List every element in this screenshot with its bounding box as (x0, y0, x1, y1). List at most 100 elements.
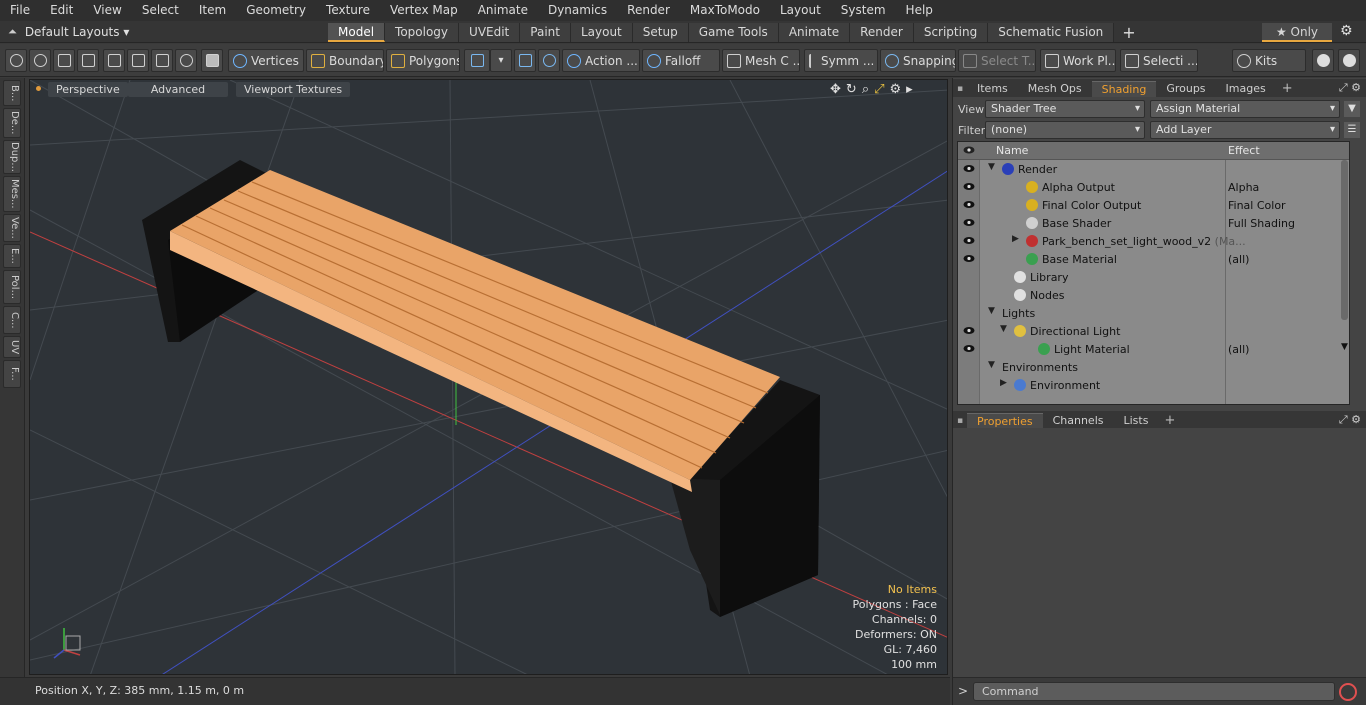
tree-item-effect[interactable]: (all) (1228, 253, 1249, 266)
menu-animate[interactable]: Animate (468, 0, 538, 21)
shader-tree-row[interactable]: Base Material(all)▼ (958, 250, 1349, 268)
bench-model[interactable] (142, 160, 820, 617)
viewport-expand-icon[interactable]: ▸ (906, 82, 913, 97)
menu-texture[interactable]: Texture (316, 0, 380, 21)
add-tab-icon[interactable]: + (1276, 81, 1299, 97)
props-tab-lists[interactable]: Lists (1114, 413, 1159, 429)
expanded-twisty-icon[interactable]: ▼ (1000, 324, 1007, 334)
shader-tree-row[interactable]: ▼ Render (958, 160, 1349, 178)
left-tab-4[interactable]: Ve... (3, 214, 21, 242)
record-macro-icon[interactable] (1339, 683, 1357, 701)
left-tab-1[interactable]: De... (3, 108, 21, 138)
props-expand-gear-icon[interactable]: ⤢ ⚙ (1339, 413, 1361, 427)
menu-geometry[interactable]: Geometry (236, 0, 316, 21)
tab-shading[interactable]: Shading (1091, 81, 1157, 97)
menu-maxtomodo[interactable]: MaxToModo (680, 0, 770, 21)
shader-tree-row[interactable]: Final Color OutputFinal Color▼ (958, 196, 1349, 214)
filter-dropdown[interactable]: (none) (985, 121, 1145, 139)
align-tool[interactable] (103, 49, 125, 72)
move-view-icon[interactable]: ✥ (830, 82, 841, 97)
assign-material-dropdown[interactable]: Assign Material (1150, 100, 1340, 118)
tab-images[interactable]: Images (1216, 81, 1276, 97)
vertices-button[interactable]: Vertices (228, 49, 304, 72)
3d-viewport[interactable]: Perspective Advanced Viewport Textures ✥… (29, 79, 948, 675)
shader-tree-row[interactable]: Alpha OutputAlpha▼ (958, 178, 1349, 196)
layout-tab-paint[interactable]: Paint (520, 23, 571, 42)
list-options-icon[interactable]: ☰ (1344, 122, 1360, 138)
layout-tab-layout[interactable]: Layout (570, 23, 633, 42)
only-toggle[interactable]: ★ Only (1262, 23, 1332, 42)
props-tab-channels[interactable]: Channels (1043, 413, 1114, 429)
left-tab-2[interactable]: Dup... (3, 140, 21, 174)
menu-view[interactable]: View (83, 0, 131, 21)
shader-tree-row[interactable]: ▼ Directional Light (958, 322, 1349, 340)
shader-tree-row[interactable]: ▶Park_bench_set_light_wood_v2 (Ma...▼ (958, 232, 1349, 250)
unity-button[interactable] (1312, 49, 1334, 72)
center-tool[interactable] (127, 49, 149, 72)
expanded-twisty-icon[interactable]: ▼ (988, 360, 995, 370)
mesh-constraint-button[interactable]: Mesh C ... (722, 49, 800, 72)
collapsed-twisty-icon[interactable]: ▶ (1000, 378, 1007, 388)
shader-tree-row[interactable]: ▶ Environment (958, 376, 1349, 394)
falloff-button[interactable]: Falloff (642, 49, 720, 72)
soccer-tool[interactable] (538, 49, 560, 72)
layout-tab-animate[interactable]: Animate (778, 23, 851, 42)
left-tab-0[interactable]: B... (3, 80, 21, 106)
menu-vertex-map[interactable]: Vertex Map (380, 0, 468, 21)
menu-help[interactable]: Help (896, 0, 943, 21)
visibility-eye-icon[interactable] (963, 326, 975, 335)
layout-selector[interactable]: Default Layouts ▾ (25, 25, 130, 39)
shader-tree-row[interactable]: Base ShaderFull Shading▼ (958, 214, 1349, 232)
visibility-eye-icon[interactable] (963, 182, 975, 191)
name-column-header[interactable]: Name (996, 144, 1028, 157)
boundary-button[interactable]: Boundary (306, 49, 384, 72)
brush-tool[interactable] (77, 49, 99, 72)
props-tab-properties[interactable]: Properties (967, 413, 1043, 429)
rotate-view-icon[interactable]: ↻ (846, 82, 857, 97)
menu-item[interactable]: Item (189, 0, 236, 21)
layout-tab-topology[interactable]: Topology (385, 23, 460, 42)
add-layer-dropdown[interactable]: Add Layer (1150, 121, 1340, 139)
left-tab-3[interactable]: Mes... (3, 176, 21, 212)
layout-tab-schematic-fusion[interactable]: Schematic Fusion (988, 23, 1115, 42)
timer-tool[interactable] (175, 49, 197, 72)
panel-menu-icon[interactable]: ▪ (953, 81, 967, 97)
layout-tab-game-tools[interactable]: Game Tools (688, 23, 779, 42)
layout-tab-uvedit[interactable]: UVEdit (459, 23, 521, 42)
add-props-tab-icon[interactable]: + (1158, 413, 1181, 429)
tree-item-effect[interactable]: Full Shading (1228, 217, 1295, 230)
selection-sets-button[interactable]: Selecti ... (1120, 49, 1198, 72)
shader-tree-row[interactable]: Light Material (all) ▼ (958, 340, 1349, 358)
shader-tree-row[interactable]: ▼ Lights (958, 304, 1349, 322)
perspective-button[interactable]: Perspective (48, 82, 128, 97)
expanded-twisty-icon[interactable]: ▼ (988, 162, 995, 172)
item-mode-button[interactable] (201, 49, 223, 72)
visibility-eye-icon[interactable] (963, 344, 975, 353)
pen-tool[interactable] (53, 49, 75, 72)
visibility-eye-icon[interactable] (963, 254, 975, 263)
panel-expand-gear-icon[interactable]: ⤢ ⚙ (1339, 81, 1361, 95)
kits-button[interactable]: Kits (1232, 49, 1306, 72)
layout-tab-setup[interactable]: Setup (632, 23, 689, 42)
advanced-button[interactable]: Advanced (128, 82, 228, 97)
zoom-view-icon[interactable]: ⌕ (862, 82, 869, 97)
visibility-eye-icon[interactable] (963, 236, 975, 245)
collapsed-twisty-icon[interactable]: ▶ (1012, 234, 1019, 244)
shader-tree-scrollbar[interactable] (1341, 160, 1348, 320)
add-layout-tab-icon[interactable]: + (1114, 23, 1143, 43)
shield-tool[interactable] (514, 49, 536, 72)
command-input[interactable] (973, 682, 1335, 701)
gear-icon[interactable]: ⚙ (1340, 23, 1353, 39)
left-tab-7[interactable]: C... (3, 306, 21, 334)
menu-dynamics[interactable]: Dynamics (538, 0, 617, 21)
shader-tree-row[interactable]: ▼ Environments (958, 358, 1349, 376)
tree-item-effect[interactable]: (all) (1228, 343, 1249, 356)
viewport-menu-dot[interactable] (36, 86, 41, 91)
mode-dropdown[interactable]: ▾ (490, 49, 512, 72)
viewport-scene[interactable] (30, 80, 948, 675)
left-tab-9[interactable]: F... (3, 360, 21, 388)
shader-tree-row[interactable]: Library (958, 268, 1349, 286)
menu-file[interactable]: File (0, 0, 40, 21)
visibility-eye-icon[interactable] (963, 164, 975, 173)
tab-items[interactable]: Items (967, 81, 1018, 97)
